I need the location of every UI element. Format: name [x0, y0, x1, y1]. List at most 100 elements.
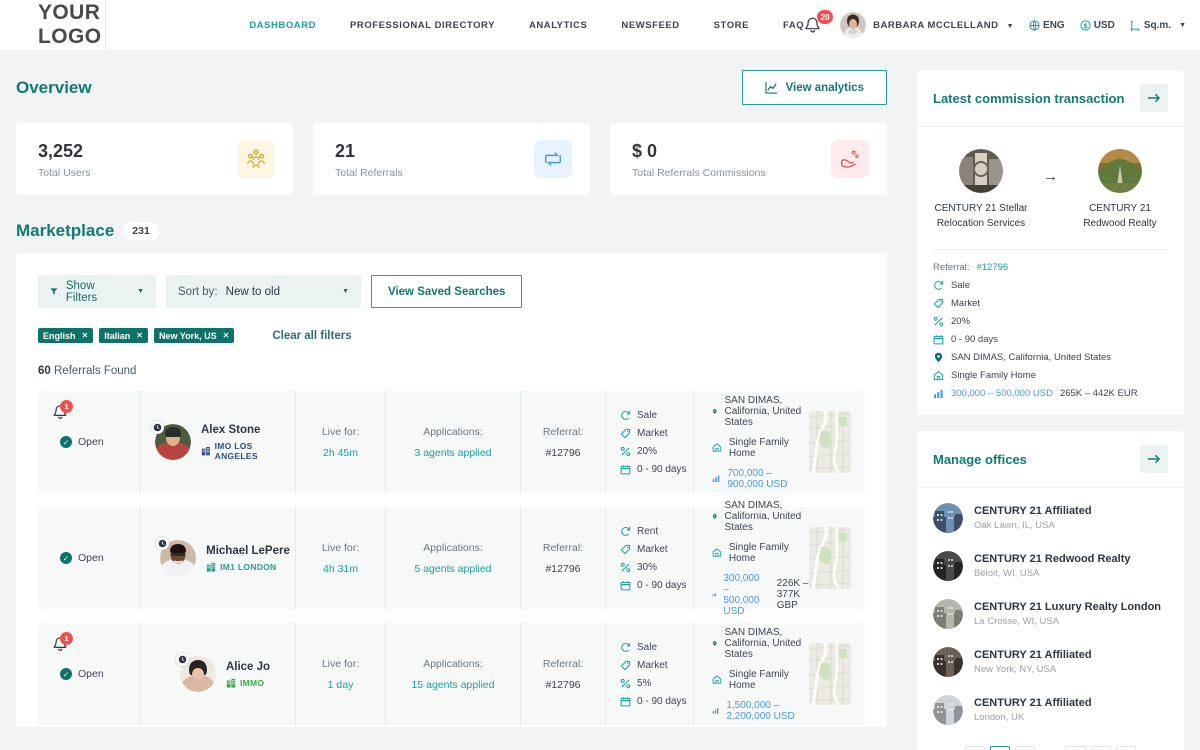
referral-attribute: Sale [620, 642, 693, 653]
show-filters-dropdown[interactable]: Show Filters ▼ [38, 275, 156, 308]
live-for-value: 2h 45m [322, 446, 359, 459]
results-count-value: 60 [38, 365, 51, 377]
units-selector[interactable]: Sq.m. ▼ [1130, 20, 1186, 31]
avatar[interactable] [840, 12, 867, 38]
row-notification-icon[interactable]: 1 [52, 632, 73, 654]
referral-applications-cell: Applications: 15 agents applied [385, 623, 520, 725]
referral-row[interactable]: 1 ✓ Open Alice Jo IMMO Live for: 1 day A… [38, 623, 865, 725]
chevron-down-icon: ▼ [137, 288, 144, 295]
pagination-prev[interactable]: ‹ [964, 746, 985, 750]
office-location: London, UK [974, 712, 1025, 723]
referral-row[interactable]: ✓ Open Michael LePere IM1 LONDON Live fo… [38, 500, 865, 617]
nav-item-professional-directory[interactable]: PROFESSIONAL DIRECTORY [350, 20, 495, 31]
person-name: Alice Jo [225, 660, 271, 673]
chevron-down-icon: ▼ [1006, 22, 1015, 30]
overview-header: Overview View analytics [16, 70, 905, 105]
users-group-icon [237, 140, 275, 178]
close-icon[interactable]: ✕ [82, 331, 89, 340]
referral-attribute-label: Market [637, 427, 668, 439]
percent-icon [620, 446, 631, 456]
referral-list: 1 ✓ Open Alex Stone IMO LOS ANGELES Live… [38, 391, 865, 725]
tag-icon [933, 298, 944, 309]
building-icon [201, 446, 210, 455]
percent-icon [620, 562, 631, 572]
app-logo[interactable]: YOUR LOGO [38, 1, 105, 49]
filter-chip[interactable]: Italian ✕ [99, 328, 148, 343]
market-value: Market [951, 298, 981, 309]
nav-item-store[interactable]: STORE [714, 20, 749, 31]
price-alt-value: 265K – 442K EUR [1059, 388, 1138, 399]
nav-item-analytics[interactable]: ANALYTICS [529, 20, 587, 31]
office-avatar [933, 695, 963, 725]
units-label: Sq.m. [1143, 19, 1172, 31]
offices-card-open-button[interactable] [1140, 445, 1168, 473]
office-avatar [933, 599, 963, 629]
referral-applications-cell: Applications: 5 agents applied [385, 507, 520, 609]
clear-all-filters-link[interactable]: Clear all filters [272, 330, 351, 342]
referral-value[interactable]: #12796 [976, 262, 1008, 273]
pagination-page[interactable]: 1 [989, 746, 1010, 750]
nav-item-faq[interactable]: FAQ [783, 20, 804, 31]
pagination-page[interactable]: 2 [1014, 746, 1035, 750]
office-list-item[interactable]: CENTURY 21 Affiliated London, UK [933, 686, 1168, 734]
row-notification-badge: 1 [60, 632, 73, 645]
applications-value[interactable]: 15 agents applied [412, 679, 495, 691]
pagination-page[interactable]: 29 [1064, 746, 1086, 750]
pagination-next[interactable]: › [1116, 746, 1137, 750]
language-selector[interactable]: ENG [1029, 20, 1065, 31]
from-office-name: CENTURY 21 Stellar Relocation Services [934, 203, 1028, 229]
meta-referral: Referral: #12796 [933, 262, 1168, 273]
language-label: ENG [1043, 19, 1065, 31]
currency-selector[interactable]: $ USD [1080, 20, 1115, 31]
property-value: Single Family Home [951, 370, 1036, 381]
applications-value[interactable]: 3 agents applied [414, 447, 491, 459]
filter-chip[interactable]: English ✕ [38, 328, 94, 343]
office-list-item[interactable]: CENTURY 21 Redwood Realty Beloit, WI, US… [933, 542, 1168, 590]
close-icon[interactable]: ✕ [223, 331, 230, 340]
notifications-button[interactable]: 20 [804, 10, 834, 38]
map-thumbnail[interactable] [809, 411, 851, 473]
arrow-right-icon: → [1043, 167, 1058, 185]
pagination-page[interactable]: 30 [1090, 746, 1112, 750]
office-list-item[interactable]: CENTURY 21 Affiliated Oak Lawn, IL, USA [933, 494, 1168, 542]
row-notification-icon[interactable]: 1 [52, 400, 73, 422]
referral-id-label: Referral: [542, 425, 584, 438]
stat-card: 3,252 Total Users [16, 123, 293, 195]
transaction-from: CENTURY 21 Stellar Relocation Services [933, 149, 1029, 231]
office-list-item[interactable]: CENTURY 21 Luxury Realty London La Cross… [933, 590, 1168, 638]
stat-text: $ 0 Total Referrals Commissions [632, 139, 766, 178]
map-pin-icon [712, 408, 717, 414]
applications-value[interactable]: 5 agents applied [414, 563, 491, 575]
office-name: CENTURY 21 Affiliated [974, 649, 1092, 661]
view-analytics-button[interactable]: View analytics [741, 70, 887, 105]
close-icon[interactable]: ✕ [136, 331, 143, 340]
filter-chip-label: Italian [104, 330, 131, 341]
status-label: Open [78, 436, 104, 448]
nav-item-dashboard[interactable]: DASHBOARD [249, 20, 316, 31]
person-text: Alex Stone IMO LOS ANGELES [201, 424, 295, 461]
commission-card-open-button[interactable] [1140, 84, 1168, 112]
map-thumbnail[interactable] [809, 527, 851, 589]
arrow-right-icon [1147, 93, 1161, 103]
filter-chip[interactable]: New York, US ✕ [153, 328, 235, 343]
office-text: CENTURY 21 Affiliated Oak Lawn, IL, USA [974, 505, 1092, 531]
meta-location: SAN DIMAS, California, United States [933, 352, 1168, 363]
map-thumbnail[interactable] [809, 643, 851, 705]
sort-dropdown[interactable]: Sort by: New to old ▼ [166, 275, 361, 308]
commission-transaction-card: Latest commission transaction CENTURY 21… [917, 70, 1184, 415]
transfer-icon [534, 140, 572, 178]
user-menu[interactable]: BARBARA MCCLELLAND ▼ [873, 20, 1014, 31]
referral-attribute: 0 - 90 days [620, 580, 693, 591]
office-list-item[interactable]: CENTURY 21 Affiliated New York, NY, USA [933, 638, 1168, 686]
location-value: SAN DIMAS, California, United States [951, 352, 1111, 363]
stat-value: $ 0 [632, 141, 658, 162]
refresh-icon [934, 280, 944, 290]
view-saved-searches-button[interactable]: View Saved Searches [371, 275, 523, 308]
calendar-icon [620, 696, 631, 706]
price-value: 1,500,000 – 2,200,000 USD [726, 699, 795, 722]
nav-item-newsfeed[interactable]: NEWSFEED [621, 20, 679, 31]
verified-icon [151, 421, 164, 434]
map-pin-icon [712, 640, 717, 646]
referral-row[interactable]: 1 ✓ Open Alex Stone IMO LOS ANGELES Live… [38, 391, 865, 493]
calendar-icon [620, 580, 631, 590]
